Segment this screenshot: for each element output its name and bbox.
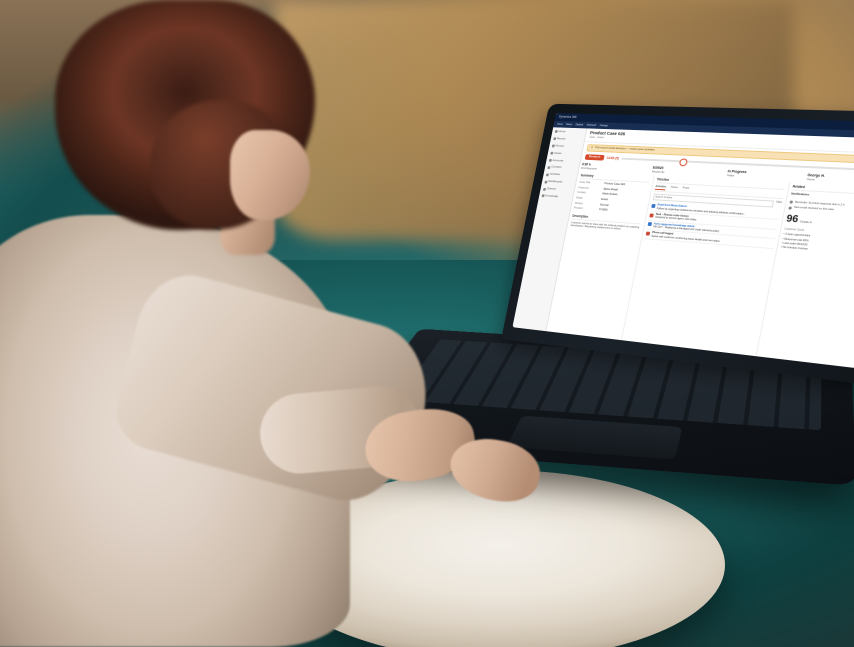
nav-item[interactable]: Queues: [542, 186, 573, 193]
warning-icon: ⚠: [590, 146, 593, 149]
nav-item[interactable]: Cases: [549, 151, 580, 158]
crm-app: Dynamics 365 New Save Delete Refresh Ass…: [512, 113, 854, 368]
person: [0, 0, 430, 647]
nav-item[interactable]: Activities: [545, 172, 576, 179]
laptop-screen: Dynamics 365 New Save Delete Refresh Ass…: [512, 113, 854, 368]
bpf-label: CASE (5): [606, 156, 619, 160]
stage-button[interactable]: Research: [585, 154, 605, 160]
score-bullets: 3 open opportunities Response rate 92% L…: [781, 233, 854, 257]
phone-icon: [646, 231, 651, 235]
bell-icon: [789, 201, 793, 204]
nav-label: Cases: [554, 152, 562, 156]
cmd-new[interactable]: New: [557, 122, 563, 126]
bpf-stage-dot[interactable]: [678, 159, 687, 167]
nav-label: Home: [558, 130, 566, 134]
email-icon: [651, 204, 656, 208]
nav-item[interactable]: Pinned: [551, 143, 582, 150]
nav-label: Contacts: [551, 166, 562, 170]
nav-label: Queues: [546, 187, 556, 191]
record-main: Product Case 026 Case · Active ⚠ This re…: [546, 128, 854, 368]
cmd-save[interactable]: Save: [566, 123, 573, 127]
laptop-lid: Dynamics 365 New Save Delete Refresh Ass…: [501, 104, 854, 385]
cmd-refresh[interactable]: Refresh: [586, 123, 596, 127]
note-icon: [648, 222, 653, 226]
nav-item[interactable]: Knowledge: [540, 193, 571, 200]
app-brand: Dynamics 365: [558, 115, 576, 119]
cmd-delete[interactable]: Delete: [575, 123, 583, 127]
nav-item[interactable]: Dashboards: [543, 179, 574, 186]
nav-item[interactable]: Home: [553, 129, 584, 135]
task-icon: [649, 213, 654, 217]
nav-label: Dashboards: [548, 180, 563, 184]
nav-item[interactable]: Accounts: [548, 158, 579, 165]
warning-text: This record needs attention — review ope…: [594, 146, 655, 152]
nav-label: Activities: [549, 173, 560, 177]
nav-item[interactable]: Recent: [552, 136, 583, 142]
score-value: 96: [785, 212, 799, 226]
score-grade: Grade A: [799, 220, 812, 225]
nav-label: Pinned: [555, 144, 564, 148]
timeline-filter[interactable]: Filter: [775, 201, 782, 208]
nav-label: Knowledge: [545, 195, 559, 199]
nav-label: Recent: [557, 137, 566, 141]
cmd-assign[interactable]: Assign: [599, 124, 608, 128]
tab-posts[interactable]: Posts: [682, 187, 690, 192]
timeline-list[interactable]: Email from Marie DuboisFollow-up regardi…: [645, 202, 781, 249]
nav-item[interactable]: Contacts: [546, 165, 577, 172]
laptop-trackpad: [507, 416, 683, 460]
photo-scene: Dynamics 365 New Save Delete Refresh Ass…: [0, 0, 854, 647]
nav-label: Accounts: [552, 159, 563, 163]
tab-notes[interactable]: Notes: [670, 186, 678, 191]
tab-activities[interactable]: Activities: [655, 185, 666, 190]
person-face: [230, 130, 310, 220]
bell-icon: [788, 206, 792, 209]
